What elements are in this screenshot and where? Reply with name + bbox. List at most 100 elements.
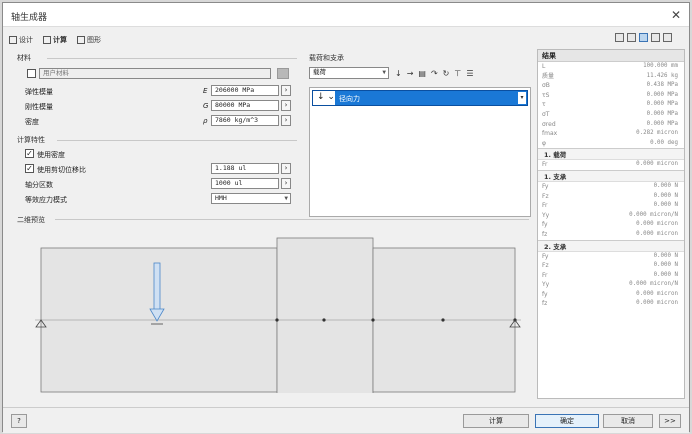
tab-label: 设计: [19, 36, 33, 44]
result-row: τS 0.000 MPa: [538, 91, 684, 101]
result-row: σT 0.000 MPa: [538, 110, 684, 120]
result-value: 0.000 micron: [636, 230, 678, 237]
result-value: 0.000 MPa: [646, 110, 678, 117]
result-row: σB 0.438 MPa: [538, 81, 684, 91]
divisions-input[interactable]: 1000 ul: [211, 178, 279, 189]
axial-force-tool-icon[interactable]: →: [407, 69, 414, 78]
close-icon[interactable]: ✕: [671, 8, 681, 22]
calc-props-section-title: 计算特性: [17, 136, 45, 144]
fixed-support-tool-icon[interactable]: ⊤: [454, 69, 461, 78]
list-item[interactable]: ↓ ⌄ 径向力 ▾: [312, 90, 528, 106]
density-arrow-icon[interactable]: ›: [281, 115, 291, 126]
result-value: 0.000 MPa: [646, 120, 678, 127]
tab-bar: 设计 计算 图形: [9, 33, 101, 47]
node-point: [275, 318, 279, 322]
save-icon[interactable]: [627, 33, 636, 42]
load-type-select[interactable]: 载荷 ▼: [309, 67, 389, 79]
stress-mode-value: HMH: [215, 194, 227, 202]
results-support2: Fy 0.000 N Fz 0.000 N Fr 0.000 N Yy 0.000 micro…: [538, 252, 684, 310]
divider: [47, 58, 297, 59]
result-key: Fy: [542, 182, 549, 190]
divisions-arrow-icon[interactable]: ›: [281, 178, 291, 189]
node-point: [371, 318, 375, 322]
result-key: Fz: [542, 262, 549, 270]
use-shear-label: 使用剪切位移比: [37, 166, 86, 174]
result-key: Yy: [542, 211, 550, 219]
result-value: 0.000 micron: [636, 221, 678, 228]
use-density-checkbox[interactable]: ✓: [25, 149, 34, 158]
chevron-down-icon: ▼: [382, 69, 386, 76]
results-load1: Fr 0.000 micron: [538, 160, 684, 170]
shear-modulus-symbol: G: [203, 102, 209, 110]
results-main: L 100.000 mm 质量 11.426 kg σB 0.438 MPa τS 0.000…: [538, 62, 684, 148]
bottom-bar: ? 计算 确定 取消 >>: [3, 407, 689, 433]
result-key: fz: [542, 300, 548, 308]
shaft-drawing[interactable]: [13, 223, 533, 393]
tab-calculation[interactable]: 计算: [43, 33, 67, 47]
support2-title: 2. 支承: [538, 239, 684, 252]
tab-graphs[interactable]: 图形: [77, 33, 101, 47]
result-value: 0.000 micron/N: [629, 281, 678, 288]
density-input[interactable]: 7860 kg/m^3: [211, 115, 279, 126]
ok-button[interactable]: 确定: [535, 414, 599, 428]
user-material-checkbox[interactable]: [27, 69, 36, 78]
torque-tool-icon[interactable]: ↻: [443, 69, 450, 78]
radial-force-tool-icon[interactable]: ↓: [395, 69, 402, 78]
open-icon[interactable]: [615, 33, 624, 42]
shear-ratio-arrow-icon[interactable]: ›: [281, 163, 291, 174]
elastic-modulus-input[interactable]: 206000 MPa: [211, 85, 279, 96]
result-row: fz 0.000 micron: [538, 299, 684, 309]
calculation-icon: [43, 36, 51, 44]
cancel-button[interactable]: 取消: [603, 414, 653, 428]
elastic-modulus-arrow-icon[interactable]: ›: [281, 85, 291, 96]
material-browse-button[interactable]: [277, 68, 289, 79]
shear-modulus-arrow-icon[interactable]: ›: [281, 100, 291, 111]
result-key: τS: [542, 91, 550, 99]
result-row: fy 0.000 micron: [538, 220, 684, 230]
divisions-label: 轴分区数: [25, 181, 53, 189]
result-key: fz: [542, 230, 548, 238]
help-button[interactable]: ?: [11, 414, 27, 428]
result-row: fz 0.000 micron: [538, 230, 684, 240]
result-row: Fr 0.000 N: [538, 201, 684, 211]
result-row: σred 0.000 MPa: [538, 120, 684, 130]
tab-design[interactable]: 设计: [9, 33, 33, 47]
radial-force-icon: ↓ ⌄: [313, 91, 335, 105]
shear-modulus-input[interactable]: 80000 MPa: [211, 100, 279, 111]
help-icon[interactable]: [663, 33, 672, 42]
result-key: Fr: [542, 202, 548, 210]
design-icon: [9, 36, 17, 44]
result-key: 质量: [542, 72, 555, 80]
result-value: 0.000 N: [653, 192, 678, 199]
result-value: 100.000 mm: [643, 63, 678, 69]
results-panel: 结果 L 100.000 mm 质量 11.426 kg σB 0.438 MPa τS 0.…: [537, 49, 685, 399]
user-material-field[interactable]: 用户材料: [39, 68, 271, 79]
result-value: 0.000 N: [653, 262, 678, 269]
result-row: Fz 0.000 N: [538, 192, 684, 202]
continuous-load-tool-icon[interactable]: ▤: [418, 69, 426, 78]
toolbar-icons: [615, 33, 672, 42]
results-pane-icon[interactable]: [639, 33, 648, 42]
menu-icon[interactable]: ☰: [466, 69, 473, 78]
chevron-down-icon[interactable]: ▾: [518, 92, 526, 104]
load-type-value: 载荷: [313, 68, 326, 76]
result-value: 0.000 N: [653, 182, 678, 189]
density-label: 密度: [25, 118, 39, 126]
shear-ratio-input[interactable]: 1.188 ul: [211, 163, 279, 174]
material-section-title: 材料: [17, 54, 31, 62]
result-value: 0.000 N: [653, 271, 678, 278]
load-item-label: 径向力: [339, 95, 360, 103]
material-panel: 材料 用户材料 弹性模量 E 206000 MPa › 刚性模量 G 80000…: [13, 49, 299, 217]
settings-icon[interactable]: [651, 33, 660, 42]
stress-mode-select[interactable]: HMH ▼: [211, 193, 291, 204]
bending-moment-tool-icon[interactable]: ↷: [431, 69, 438, 78]
calculate-button[interactable]: 计算: [463, 414, 529, 428]
result-row: Fz 0.000 N: [538, 261, 684, 271]
use-shear-checkbox[interactable]: ✓: [25, 164, 34, 173]
expand-button[interactable]: >>: [659, 414, 681, 428]
result-row: Fy 0.000 N: [538, 182, 684, 192]
elastic-modulus-symbol: E: [203, 87, 208, 95]
tab-label: 图形: [87, 36, 101, 44]
shaft-generator-window: 轴生成器 ✕ 设计 计算 图形 材料 用户材料 弹性模量 E 206000 MP…: [2, 2, 690, 433]
result-key: σred: [542, 120, 556, 128]
